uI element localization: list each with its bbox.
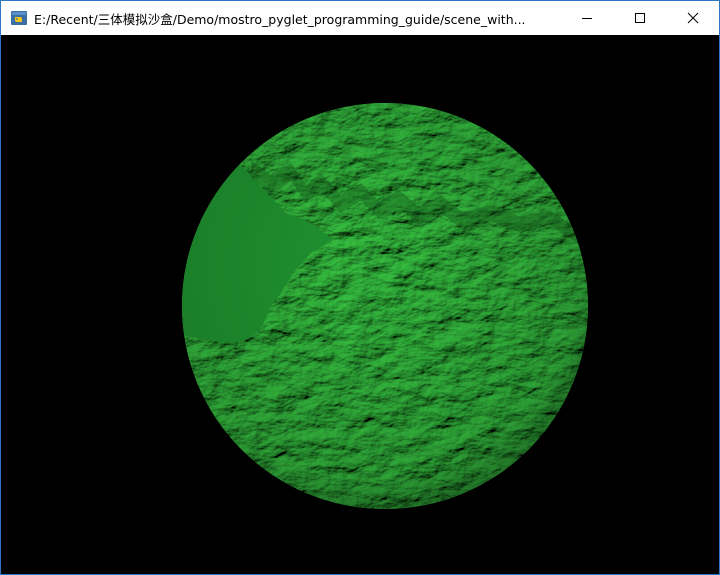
maximize-icon [634, 12, 646, 24]
app-window: E:/Recent/三体模拟沙盒/Demo/mostro_pyglet_prog… [0, 0, 720, 575]
minimize-button[interactable] [560, 1, 613, 35]
green-sphere [182, 103, 588, 509]
render-viewport[interactable] [1, 35, 719, 574]
close-icon [687, 12, 699, 24]
minimize-icon [581, 12, 593, 24]
window-controls [560, 1, 719, 35]
python-icon [11, 10, 27, 26]
window-title: E:/Recent/三体模拟沙盒/Demo/mostro_pyglet_prog… [34, 11, 526, 27]
maximize-button[interactable] [613, 1, 666, 35]
close-button[interactable] [666, 1, 719, 35]
scene-canvas [182, 103, 588, 509]
title-bar[interactable]: E:/Recent/三体模拟沙盒/Demo/mostro_pyglet_prog… [1, 1, 719, 35]
